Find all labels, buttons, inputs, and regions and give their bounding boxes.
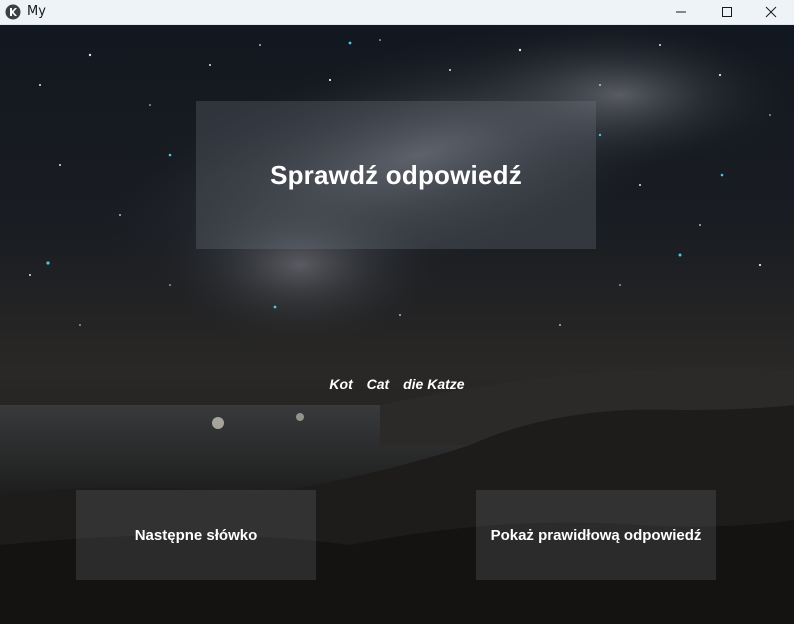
show-answer-button[interactable]: Pokaż prawidłową odpowiedź <box>476 490 716 580</box>
word-german: die Katze <box>403 376 465 392</box>
minimize-button[interactable] <box>658 0 704 24</box>
word-english: Cat <box>366 376 390 392</box>
word-translations: Kot Cat die Katze <box>0 376 794 392</box>
heading-panel: Sprawdź odpowiedź <box>196 101 596 249</box>
window-titlebar: My <box>0 0 794 25</box>
word-polish: Kot <box>329 376 353 392</box>
app-content: Sprawdź odpowiedź Kot Cat die Katze Nast… <box>0 25 794 624</box>
window-title: My <box>27 4 46 19</box>
minimize-icon <box>676 11 686 13</box>
next-word-button[interactable]: Następne słówko <box>76 490 316 580</box>
close-icon <box>765 6 777 18</box>
close-button[interactable] <box>748 0 794 24</box>
page-title: Sprawdź odpowiedź <box>270 159 522 190</box>
maximize-icon <box>722 7 732 17</box>
maximize-button[interactable] <box>704 0 750 24</box>
app-logo-icon <box>5 4 21 20</box>
